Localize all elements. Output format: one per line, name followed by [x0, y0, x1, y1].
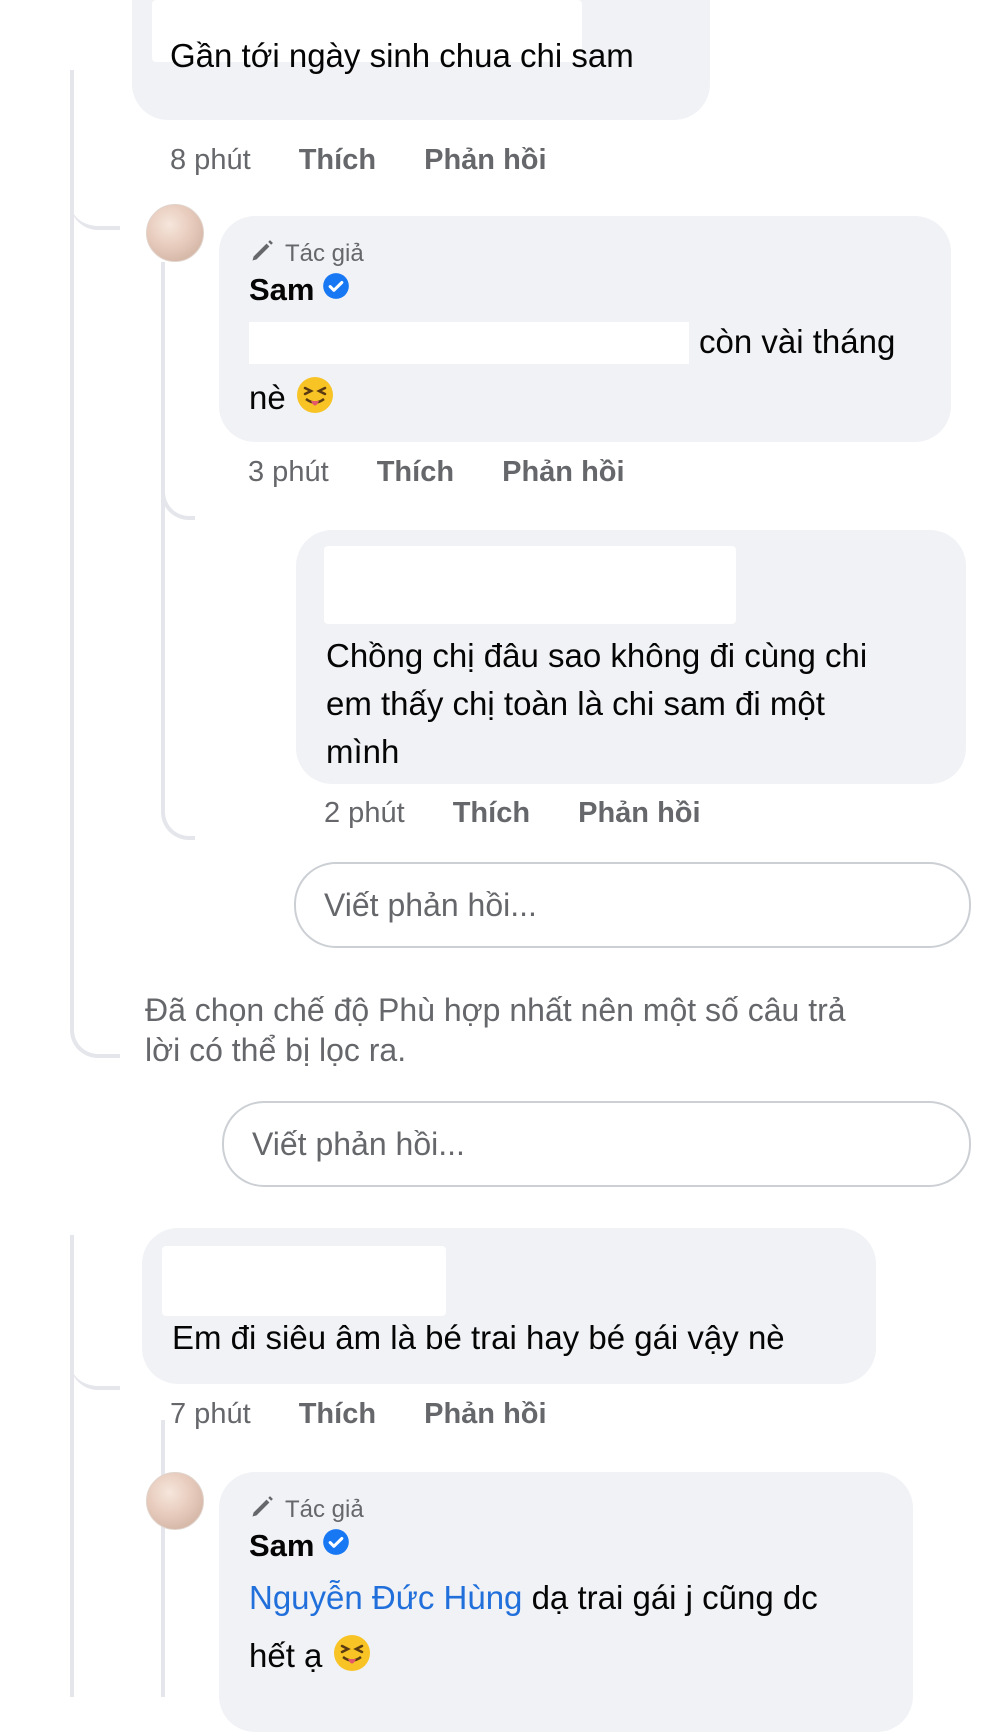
comment-time: 7 phút: [170, 1398, 251, 1430]
comment-meta: 3 phút Thích Phản hồi: [248, 456, 625, 489]
author-badge: Tác giả: [249, 236, 364, 271]
comment-text-part: nè: [249, 379, 286, 416]
mention-link[interactable]: Nguyễn Đức Hùng: [249, 1579, 522, 1616]
commenter-name-text: Sam: [249, 1528, 315, 1563]
comment-bubble: Tác giả Sam còn vài tháng nè: [219, 216, 951, 442]
comment-text: Em đi siêu âm là bé trai hay bé gái vậy …: [172, 1319, 785, 1356]
squinting-tongue-emoji: [332, 1633, 372, 1686]
redacted-name: [162, 1246, 446, 1316]
author-label: Tác giả: [285, 1495, 364, 1523]
author-badge: Tác giả: [249, 1492, 364, 1527]
thread-branch-2: [161, 470, 195, 520]
reply-input[interactable]: Viết phản hồi...: [294, 862, 971, 948]
commenter-name[interactable]: Sam: [249, 272, 350, 308]
verified-badge-icon: [322, 1528, 350, 1564]
thread-branch-1: [70, 160, 120, 230]
comment-bubble: Tác giả Sam Nguyễn Đức Hùng dạ trai gái …: [219, 1472, 913, 1732]
comment-text-part: dạ trai gái j cũng dc: [531, 1579, 818, 1616]
filter-notice-line1: Đã chọn chế độ Phù hợp nhất nên một số c…: [145, 992, 846, 1028]
pencil-icon: [249, 1492, 277, 1527]
comment-bubble: Em đi siêu âm là bé trai hay bé gái vậy …: [142, 1228, 876, 1384]
thread-branch-main-end: [70, 990, 120, 1058]
avatar[interactable]: [146, 1472, 204, 1530]
reply-button[interactable]: Phản hồi: [578, 797, 700, 829]
comment-meta: 7 phút Thích Phản hồi: [170, 1398, 547, 1431]
comment-text-part: hết ạ: [249, 1637, 323, 1674]
reply-input[interactable]: Viết phản hồi...: [222, 1101, 971, 1187]
comment-meta: 8 phút Thích Phản hồi: [170, 144, 547, 177]
author-label: Tác giả: [285, 239, 364, 267]
comment-time: 8 phút: [170, 144, 251, 176]
squinting-tongue-emoji: [295, 375, 335, 428]
redacted-mention: [249, 322, 689, 364]
reply-button[interactable]: Phản hồi: [502, 456, 624, 488]
thread-branch-3: [70, 1330, 120, 1390]
redacted-name: [324, 546, 736, 624]
comment-bubble: Chồng chị đâu sao không đi cùng chi em t…: [296, 530, 966, 784]
like-button[interactable]: Thích: [299, 144, 376, 176]
comment-bubble: Gần tới ngày sinh chua chi sam: [132, 0, 710, 120]
like-button[interactable]: Thích: [299, 1398, 376, 1430]
filter-notice: Đã chọn chế độ Phù hợp nhất nên một số c…: [145, 990, 945, 1070]
comment-text: Gần tới ngày sinh chua chi sam: [170, 37, 634, 74]
comment-text: còn vài tháng: [699, 323, 896, 360]
thread-line-nested: [161, 262, 165, 802]
reply-button[interactable]: Phản hồi: [424, 1398, 546, 1430]
filter-notice-line2: lời có thể bị lọc ra.: [145, 1032, 407, 1068]
commenter-name[interactable]: Sam: [249, 1528, 350, 1564]
comment-text-line1: Chồng chị đâu sao không đi cùng chi: [326, 637, 868, 674]
commenter-name-text: Sam: [249, 272, 315, 307]
thread-branch-nested-end: [161, 790, 195, 840]
comment-text-line2: em thấy chị toàn là chi sam đi một: [326, 685, 825, 722]
verified-badge-icon: [322, 272, 350, 308]
thread-line-second-nested: [161, 1420, 165, 1697]
comment-meta: 2 phút Thích Phản hồi: [324, 797, 701, 830]
comment-text-line3: mình: [326, 733, 400, 770]
comment-text-line2: hết ạ: [249, 1632, 372, 1686]
thread-line-second: [70, 1235, 74, 1697]
comment-time: 3 phút: [248, 456, 329, 488]
pencil-icon: [249, 236, 277, 271]
avatar[interactable]: [146, 204, 204, 262]
comment-time: 2 phút: [324, 797, 405, 829]
like-button[interactable]: Thích: [377, 456, 454, 488]
like-button[interactable]: Thích: [453, 797, 530, 829]
comment-text-line2: nè: [249, 374, 335, 428]
reply-button[interactable]: Phản hồi: [424, 144, 546, 176]
comment-text: Nguyễn Đức Hùng dạ trai gái j cũng dc: [249, 1574, 818, 1622]
